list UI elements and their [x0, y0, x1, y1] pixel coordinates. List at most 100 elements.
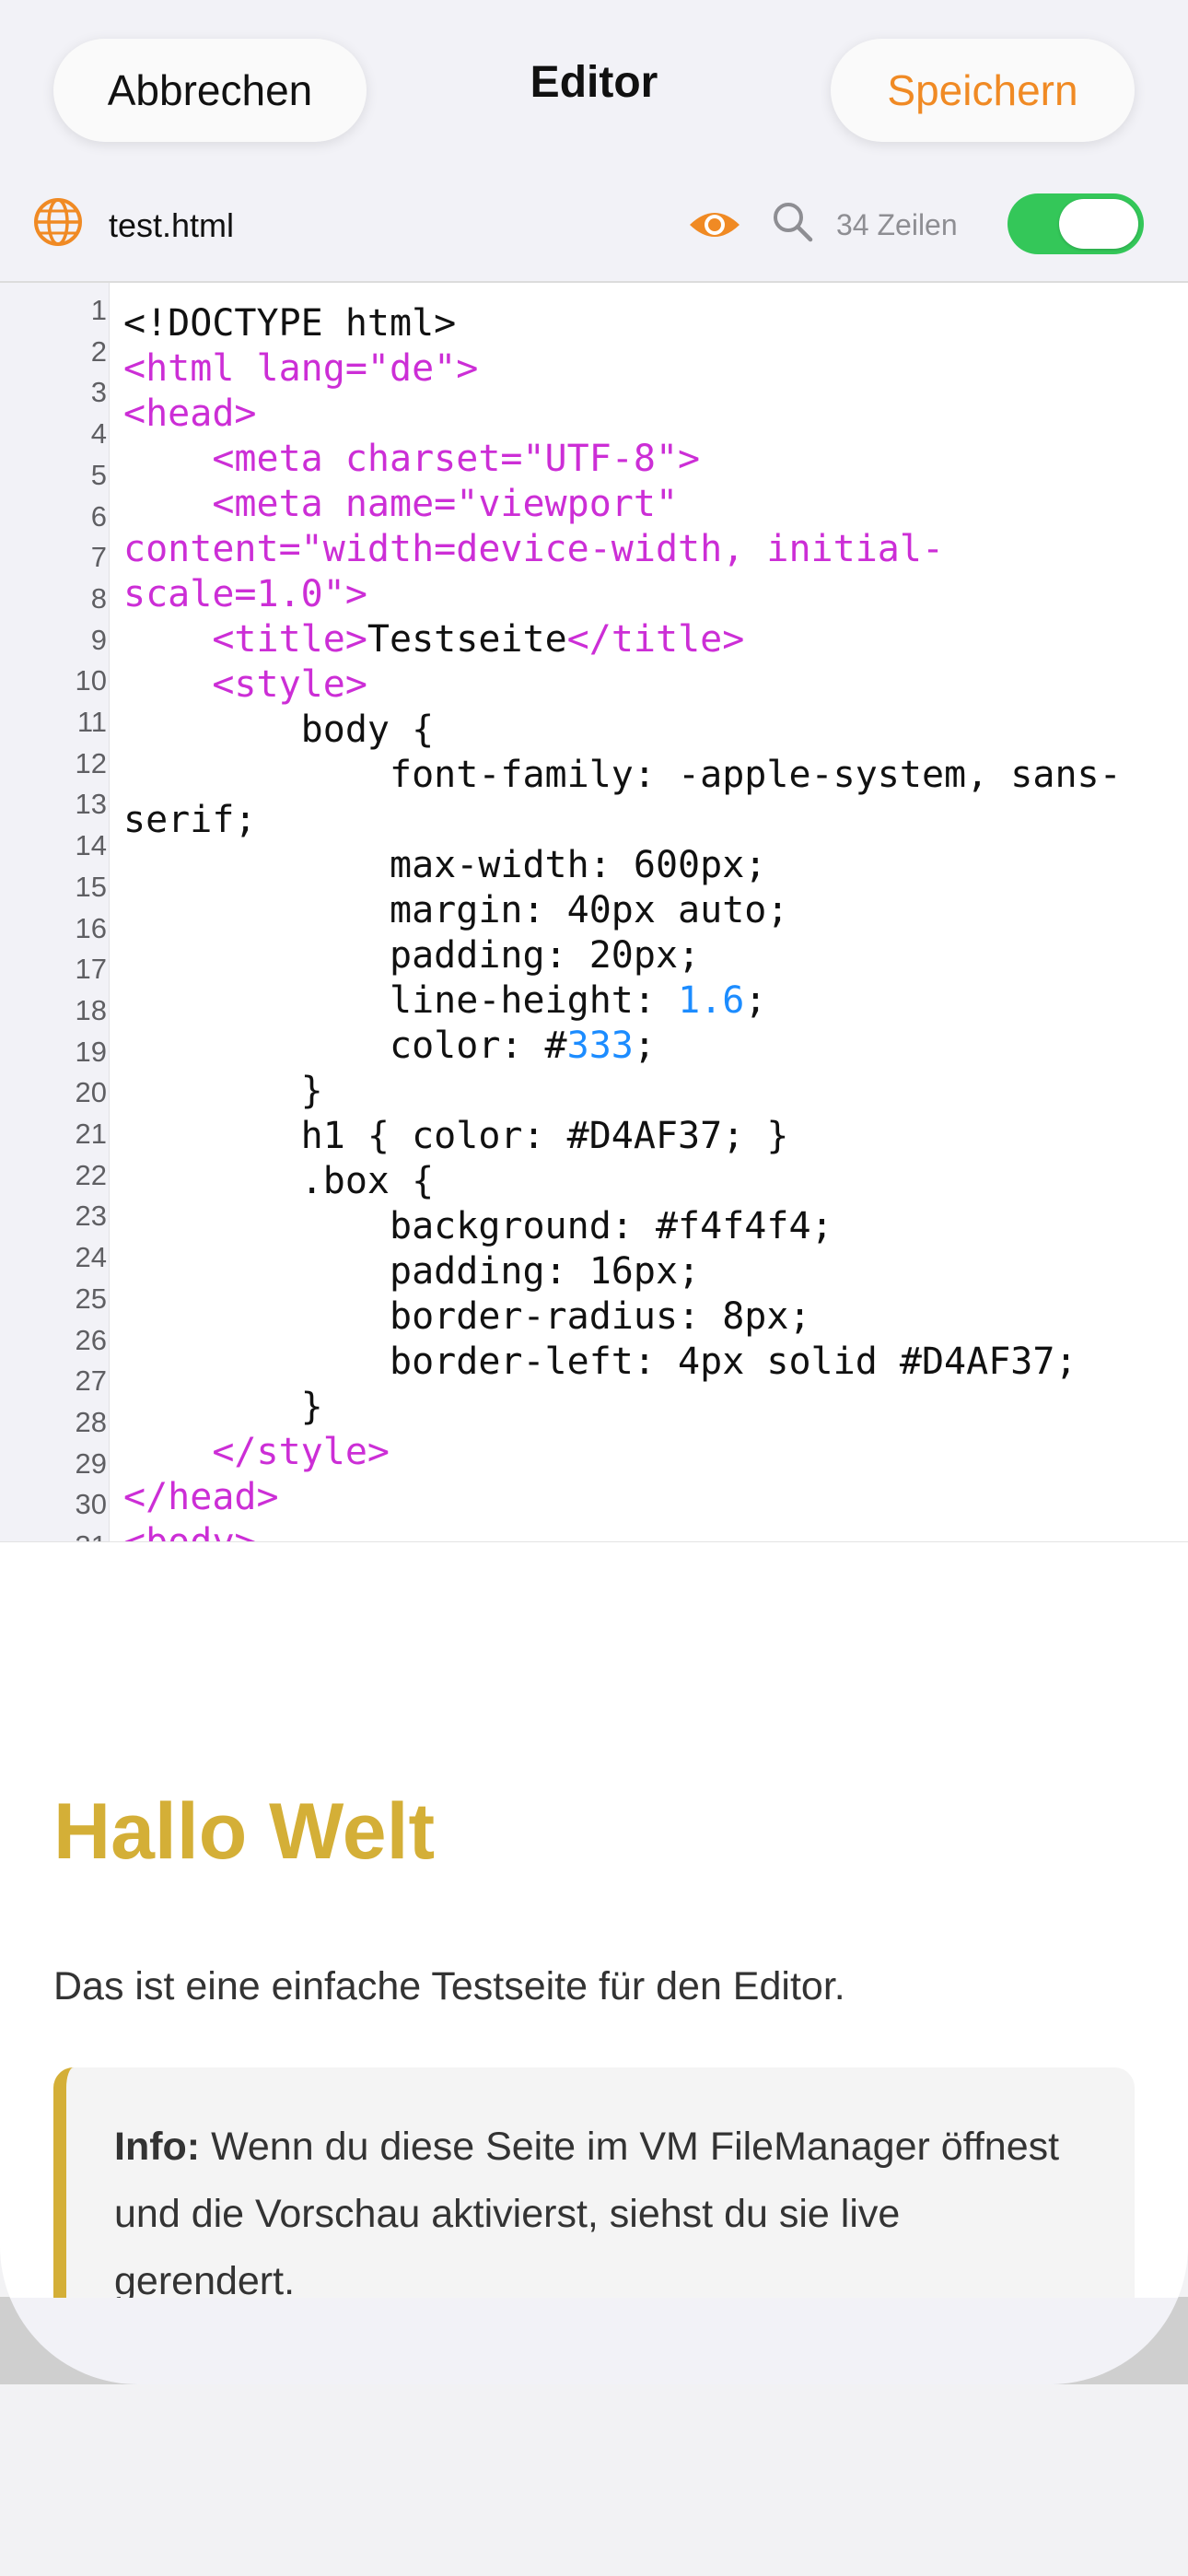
code-token: <title> [123, 618, 367, 661]
globe-icon [34, 198, 82, 246]
code-line: <style> [123, 662, 1188, 708]
info-label: Info: [114, 2125, 201, 2169]
info-text: Wenn du diese Seite im VM FileManager öf… [114, 2125, 1060, 2298]
code-line: font-family: -apple-system, sans- [123, 753, 1188, 798]
code-line: <!DOCTYPE html> [123, 301, 1188, 346]
line-number: 8 [90, 581, 107, 615]
line-number: 5 [90, 458, 107, 491]
code-token: </style> [123, 1431, 390, 1473]
file-name: test.html [109, 206, 235, 244]
code-line: border-radius: 8px; [123, 1294, 1188, 1340]
html-preview: Hallo Welt Das ist eine einfache Testsei… [0, 1541, 1188, 2298]
line-number: 6 [90, 499, 107, 533]
line-number: 28 [75, 1405, 107, 1438]
code-token: <body> [123, 1521, 257, 1543]
line-number: 25 [75, 1282, 107, 1315]
code-token: Testseite [367, 618, 567, 661]
code-token: padding: 20px; [123, 934, 701, 977]
line-number: 23 [75, 1200, 107, 1233]
code-line: } [123, 1069, 1188, 1114]
line-number: 30 [75, 1488, 107, 1521]
code-token: padding: 16px; [123, 1250, 701, 1293]
toggle-knob [1059, 199, 1138, 249]
code-token: } [123, 1070, 323, 1112]
code-line: background: #f4f4f4; [123, 1204, 1188, 1249]
code-token: content="width=device-width, initial- [123, 528, 945, 570]
code-line: max-width: 600px; [123, 843, 1188, 888]
line-number: 1 [90, 294, 107, 326]
line-count: 34 Zeilen [836, 208, 958, 241]
code-line: <meta name="viewport" [123, 482, 1188, 527]
line-number: 22 [75, 1158, 107, 1191]
code-token: <meta name="viewport" [123, 483, 679, 525]
code-line: content="width=device-width, initial- [123, 527, 1188, 572]
line-number: 10 [75, 664, 107, 697]
code-token: background: #f4f4f4; [123, 1205, 833, 1247]
line-number: 2 [90, 334, 107, 368]
code-line: <head> [123, 392, 1188, 437]
code-token: line-height: [123, 979, 679, 1022]
line-number: 20 [75, 1076, 107, 1109]
code-token: <head> [123, 392, 257, 435]
line-number: 11 [76, 706, 107, 738]
code-line: <body> [123, 1520, 1188, 1543]
code-token: margin: 40px auto; [123, 889, 789, 931]
code-token: .box { [123, 1160, 435, 1202]
code-token: scale=1.0"> [123, 573, 367, 615]
line-number: 24 [75, 1241, 107, 1274]
line-number: 19 [75, 1035, 107, 1068]
code-token: <style> [123, 663, 367, 706]
bottom-area [0, 2384, 1188, 2576]
code-line: border-left: 4px solid #D4AF37; [123, 1340, 1188, 1385]
code-token: serif; [123, 799, 257, 841]
line-number: 21 [75, 1118, 107, 1150]
line-number: 3 [90, 376, 107, 409]
code-line: body { [123, 708, 1188, 753]
code-token: border-left: 4px solid #D4AF37; [123, 1341, 1077, 1383]
line-number-gutter: 1 2 3 4 5 6 7 8 9 10 11 12 13 14 15 16 17 18 19 20 21 22 23 24 2… [0, 283, 110, 1543]
save-button[interactable]: Speichern [831, 39, 1135, 142]
code-line: </head> [123, 1475, 1188, 1520]
code-token: body { [123, 708, 435, 751]
line-number: 4 [90, 417, 107, 451]
code-line: line-height: 1.6; [123, 978, 1188, 1024]
code-line: color: #333; [123, 1024, 1188, 1069]
info-box: Info: Wenn du diese Seite im VM FileMana… [53, 2067, 1135, 2298]
code-line: <meta charset="UTF-8"> [123, 437, 1188, 482]
code-line: padding: 20px; [123, 933, 1188, 978]
line-number: 12 [75, 746, 107, 779]
eye-icon[interactable] [687, 206, 742, 243]
file-bar: test.html 34 Zeilen [0, 175, 1188, 281]
code-line: margin: 40px auto; [123, 888, 1188, 933]
code-editor[interactable]: 1 2 3 4 5 6 7 8 9 10 11 12 13 14 15 16 17 18 19 20 21 22 23 24 2… [0, 281, 1188, 1543]
line-number: 14 [75, 829, 107, 862]
code-token: 1.6 [678, 979, 745, 1022]
preview-paragraph: Das ist eine einfache Testseite für den … [53, 1964, 845, 2008]
code-line: scale=1.0"> [123, 572, 1188, 617]
code-line: <title>Testseite</title> [123, 617, 1188, 662]
preview-heading: Hallo Welt [53, 1787, 436, 1876]
code-token: <html lang="de"> [123, 347, 479, 390]
code-token: </title> [566, 618, 745, 661]
code-line: <html lang="de"> [123, 346, 1188, 392]
code-token: ; [744, 979, 767, 1022]
code-token: ; [633, 1025, 656, 1067]
line-number: 26 [75, 1323, 107, 1356]
code-token: font-family: -apple-system, sans- [123, 754, 1122, 796]
preview-toggle[interactable] [1007, 193, 1144, 254]
line-number: 9 [90, 623, 107, 656]
line-number: 29 [75, 1446, 107, 1480]
code-token: } [123, 1386, 323, 1428]
code-token: <!DOCTYPE html> [123, 302, 457, 345]
code-token: color: # [123, 1025, 567, 1067]
code-area[interactable]: <!DOCTYPE html> <html lang="de"> <head> <m… [123, 301, 1188, 1543]
code-token: </head> [123, 1476, 279, 1518]
line-number: 27 [75, 1364, 107, 1398]
navigation-bar: Abbrechen Editor Speichern [0, 0, 1188, 175]
code-token: border-radius: 8px; [123, 1295, 811, 1338]
line-number: 16 [75, 911, 107, 944]
code-token: 333 [566, 1025, 634, 1067]
search-icon[interactable] [770, 199, 814, 243]
editor-sheet: Abbrechen Editor Speichern test.html 34 … [0, 0, 1188, 2384]
code-line: } [123, 1385, 1188, 1430]
